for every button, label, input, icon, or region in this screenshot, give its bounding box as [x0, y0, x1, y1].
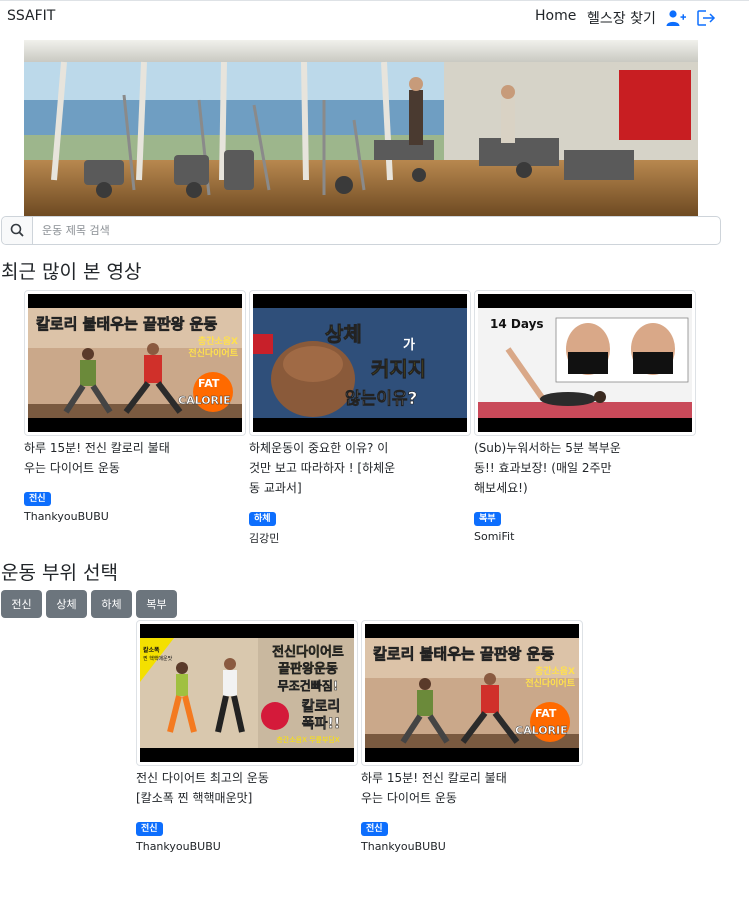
thumbnail-headline: 칼로리 불태우는 끝판왕 운동 [373, 645, 554, 663]
part-badge: 복부 [474, 512, 501, 526]
video-thumbnail[interactable]: 칼로리 불태우는 끝판왕 운동 층간소음X 전신다이어트 FAT CALORIE [361, 620, 583, 766]
video-thumbnail[interactable]: 칼소폭 찐 핵핵매운맛 전신다이어트 끝판왕운동 무조건빠짐! 칼로리 폭파!!… [136, 620, 358, 766]
svg-text:CALORIE: CALORIE [178, 394, 231, 407]
video-thumbnail[interactable]: 14 Days [474, 290, 696, 436]
channel-name: 김강민 [249, 532, 280, 545]
channel-name: ThankyouBUBU [24, 510, 109, 523]
popular-section-title: 최근 많이 본 영상 [1, 261, 142, 283]
svg-text:전신다이어트: 전신다이어트 [188, 347, 238, 359]
search-icon [10, 223, 24, 237]
part-button-upper-body[interactable]: 상체 [46, 590, 87, 618]
search-bar [1, 216, 721, 245]
logout-icon[interactable] [696, 9, 716, 27]
video-thumbnail[interactable]: 칼로리 불태우는 끝판왕 운동 층간소음X 전신다이어트 FAT CALORIE [24, 290, 246, 436]
svg-text:CALORIE: CALORIE [515, 724, 568, 737]
svg-text:끝판왕운동: 끝판왕운동 [278, 661, 338, 677]
part-badge: 하체 [249, 512, 276, 526]
nav-find-gym-link[interactable]: 헬스장 찾기 [587, 8, 656, 28]
thumbnail-headline: 전신다이어트 [272, 644, 344, 660]
video-thumbnail[interactable]: 상체 가 커지지 않는이유? [249, 290, 471, 436]
nav-home-link[interactable]: Home [535, 8, 576, 24]
video-title[interactable]: 하루 15분! 전신 칼로리 불태우는 다이어트 운동 [361, 768, 511, 808]
svg-text:층간소음X: 층간소음X [535, 665, 575, 677]
search-button[interactable] [2, 217, 33, 244]
channel-name: ThankyouBUBU [361, 840, 446, 853]
part-badge: 전신 [24, 492, 51, 506]
svg-text:않는이유?: 않는이유? [345, 389, 417, 409]
svg-text:층간소음X: 층간소음X [198, 335, 238, 347]
thumbnail-headline: 칼로리 불태우는 끝판왕 운동 [36, 315, 217, 333]
svg-text:층간소음X 무릎부담X: 층간소음X 무릎부담X [276, 735, 340, 744]
svg-text:칼로리: 칼로리 [302, 699, 341, 715]
parts-section-title: 운동 부위 선택 [1, 562, 118, 584]
video-title[interactable]: 하루 15분! 전신 칼로리 불태우는 다이어트 운동 [24, 438, 174, 478]
part-badge: 전신 [136, 822, 163, 836]
channel-name: SomiFit [474, 530, 515, 543]
part-button-full-body[interactable]: 전신 [1, 590, 42, 618]
svg-text:칼소폭: 칼소폭 [143, 646, 160, 654]
hero-gym-banner [24, 40, 698, 216]
part-button-lower-body[interactable]: 하체 [91, 590, 132, 618]
part-button-abs[interactable]: 복부 [136, 590, 177, 618]
channel-name: ThankyouBUBU [136, 840, 221, 853]
gym-image [24, 40, 698, 216]
part-badge: 전신 [361, 822, 388, 836]
svg-text:FAT: FAT [535, 707, 557, 720]
brand-logo[interactable]: SSAFIT [7, 8, 55, 24]
search-input[interactable] [33, 217, 715, 244]
svg-text:찐 핵핵매운맛: 찐 핵핵매운맛 [143, 655, 173, 662]
svg-text:전신다이어트: 전신다이어트 [525, 677, 575, 689]
svg-text:가: 가 [403, 338, 415, 353]
navbar: SSAFIT Home 헬스장 찾기 [0, 1, 749, 33]
video-title[interactable]: (Sub)누워서하는 5분 복부운동!! 효과보장! (매일 2주만 해보세요!… [474, 438, 624, 498]
video-title[interactable]: 전신 다이어트 최고의 운동 [칼소폭 찐 핵핵매운맛] [136, 768, 286, 808]
thumbnail-headline: 상체 [325, 322, 362, 346]
svg-text:FAT: FAT [198, 377, 220, 390]
svg-text:커지지: 커지지 [371, 357, 426, 381]
thumbnail-headline: 14 Days [490, 317, 544, 331]
svg-text:무조건빠짐!: 무조건빠짐! [278, 678, 339, 693]
person-plus-icon[interactable] [666, 9, 686, 27]
svg-text:폭파!!: 폭파!! [302, 716, 341, 732]
video-title[interactable]: 하체운동이 중요한 이유? 이것만 보고 따라하자 ! [하체운동 교과서] [249, 438, 399, 498]
